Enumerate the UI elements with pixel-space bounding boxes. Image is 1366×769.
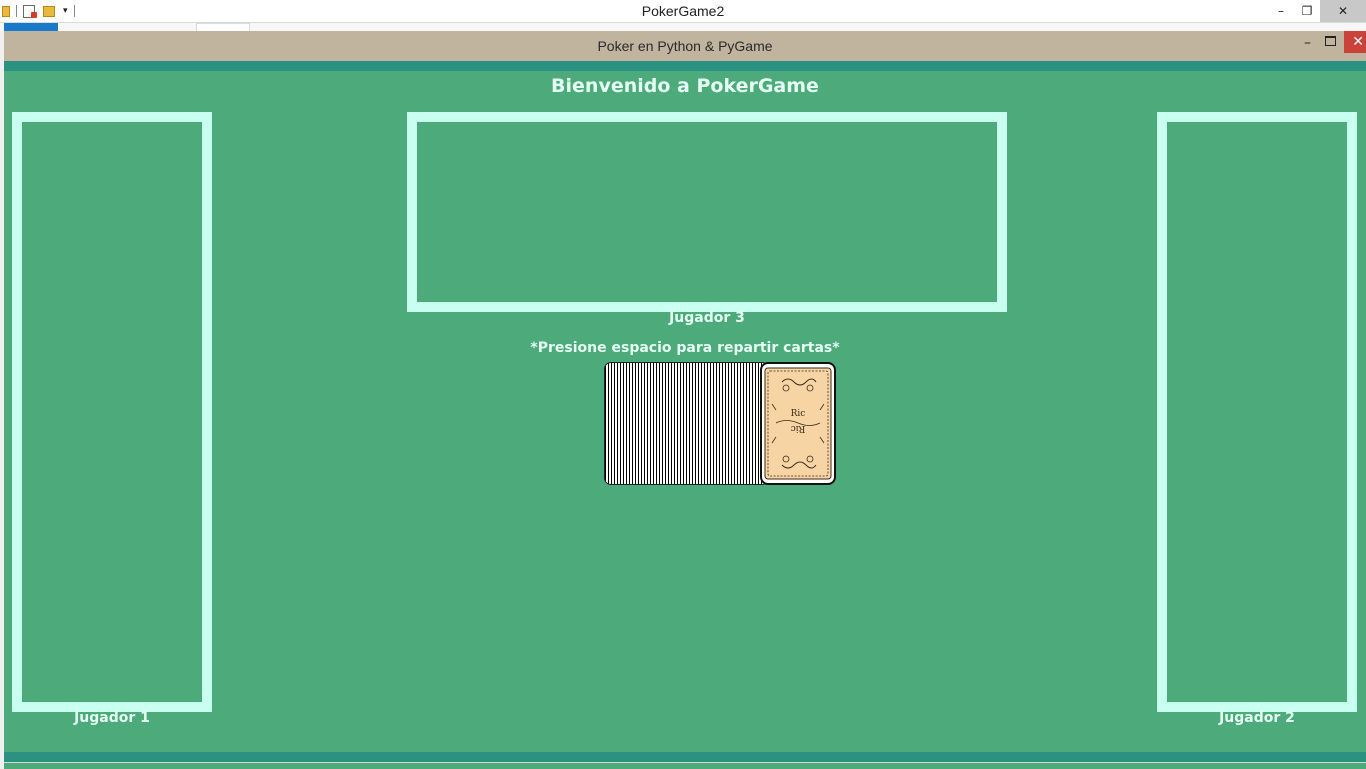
game-window-title: Poker en Python & PyGame xyxy=(597,38,773,54)
ribbon-strip xyxy=(0,23,1366,31)
outer-window-title: PokerGame2 xyxy=(641,3,725,19)
game-title-bar: Poker en Python & PyGame – ✕ xyxy=(4,31,1366,61)
card-back-pattern-icon: Ric Ric xyxy=(764,367,832,480)
outer-title-bar: ▾ PokerGame2 – ❐ ✕ xyxy=(0,0,1366,23)
player-3-area xyxy=(407,112,1007,312)
table-bottom-band xyxy=(4,752,1366,762)
game-maximize-button[interactable] xyxy=(1325,36,1336,46)
game-window: Poker en Python & PyGame – ✕ Bienvenido … xyxy=(4,31,1366,769)
top-card-back: Ric Ric xyxy=(760,362,836,485)
deal-hint-text: *Presione espacio para repartir cartas* xyxy=(530,340,840,356)
deck-stack xyxy=(604,362,769,485)
player-1-area xyxy=(12,112,212,712)
card-back-text-inverted: Ric xyxy=(791,423,806,433)
table-top-band xyxy=(4,61,1366,71)
player-2-area xyxy=(1157,112,1357,712)
card-deck: Ric Ric xyxy=(604,362,836,485)
outer-minimize-button[interactable]: – xyxy=(1268,0,1294,22)
game-minimize-button[interactable]: – xyxy=(1304,35,1311,51)
player-3-label: Jugador 3 xyxy=(669,310,745,326)
player-2-label: Jugador 2 xyxy=(1219,710,1295,726)
outer-close-button[interactable]: ✕ xyxy=(1320,0,1366,22)
close-icon: ✕ xyxy=(1337,4,1349,18)
outer-restore-button[interactable]: ❐ xyxy=(1294,0,1320,22)
ribbon-file-tab[interactable] xyxy=(4,23,58,31)
welcome-heading: Bienvenido a PokerGame xyxy=(551,75,819,97)
player-1-label: Jugador 1 xyxy=(74,710,150,726)
game-close-button[interactable]: ✕ xyxy=(1344,31,1366,53)
card-back-text: Ric xyxy=(791,409,806,419)
ribbon-tab[interactable] xyxy=(196,23,250,31)
